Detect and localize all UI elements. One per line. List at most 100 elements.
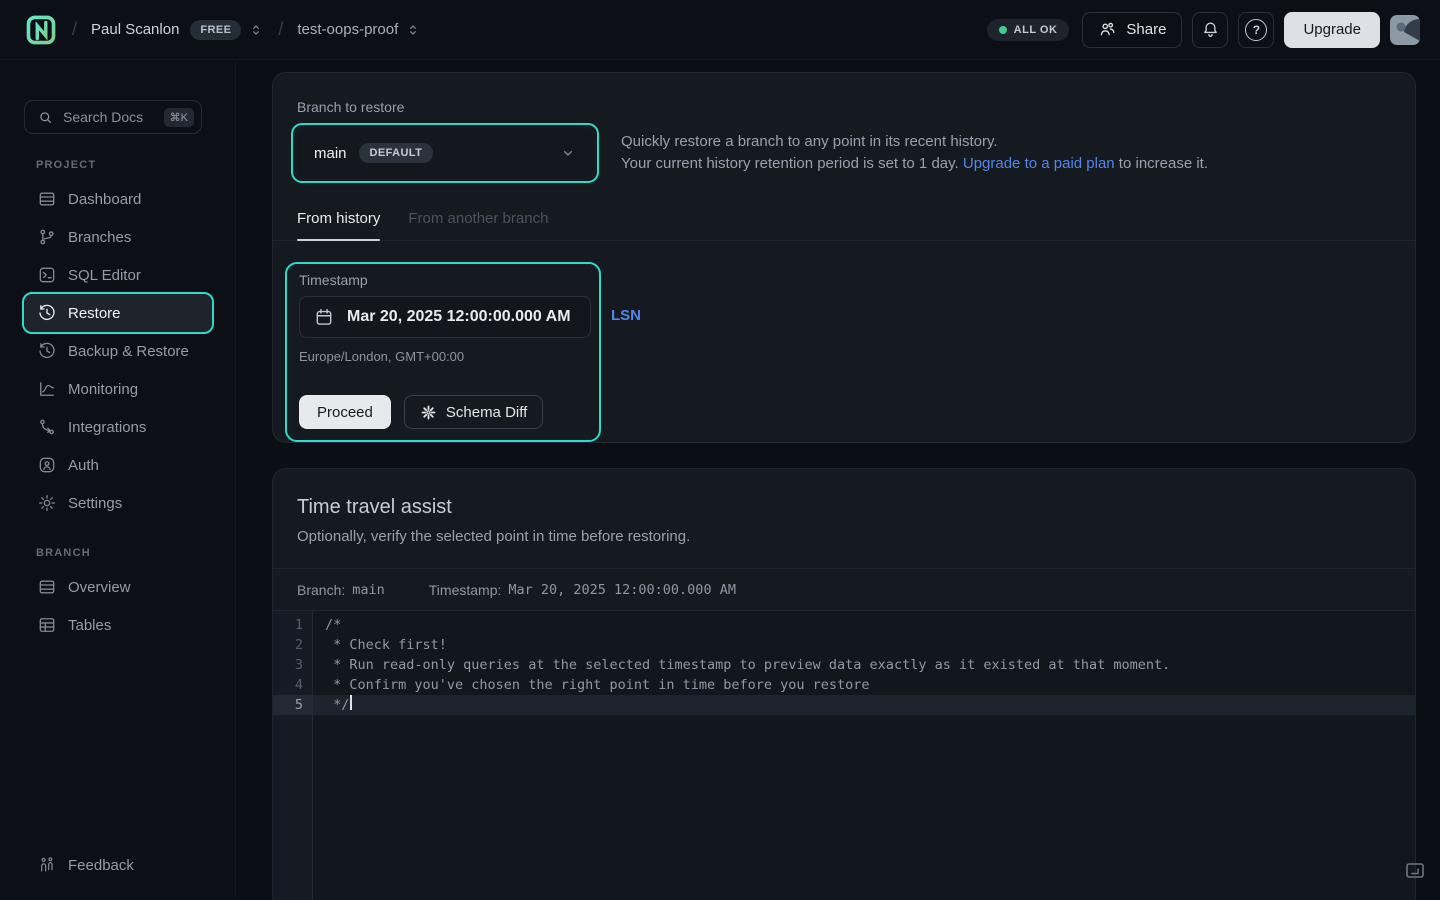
help-icon: ? bbox=[1245, 19, 1267, 41]
search-input[interactable]: Search Docs ⌘K bbox=[24, 100, 202, 134]
proceed-button[interactable]: Proceed bbox=[299, 395, 391, 429]
feedback-people-icon bbox=[37, 855, 57, 875]
time-travel-panel: Time travel assist Optionally, verify th… bbox=[272, 468, 1416, 900]
schema-diff-button-label: Schema Diff bbox=[446, 404, 527, 421]
org-selector-chevron-icon[interactable] bbox=[248, 22, 264, 38]
sidebar-item-label: Branches bbox=[68, 229, 131, 246]
chevron-down-icon bbox=[560, 145, 576, 161]
gear-icon bbox=[37, 493, 57, 513]
sidebar-section-project: PROJECT bbox=[36, 159, 235, 171]
topbar: / Paul Scanlon FREE / test-oops-proof AL… bbox=[0, 0, 1440, 60]
timestamp-label: Timestamp bbox=[299, 272, 587, 288]
upgrade-button-label: Upgrade bbox=[1303, 21, 1361, 38]
sidebar-item-feedback[interactable]: Feedback bbox=[24, 846, 212, 884]
line-number: 5 bbox=[273, 695, 313, 715]
auth-user-icon bbox=[37, 455, 57, 475]
share-users-icon bbox=[1098, 20, 1117, 39]
terminal-icon bbox=[37, 265, 57, 285]
code-line: 3 * Run read-only queries at the selecte… bbox=[273, 655, 1415, 675]
line-number: 4 bbox=[273, 675, 313, 695]
line-number: 3 bbox=[273, 655, 313, 675]
line-text: /* bbox=[313, 615, 341, 635]
sidebar-item-label: Auth bbox=[68, 457, 99, 474]
code-line-active: 5 */ bbox=[273, 695, 1415, 715]
sidebar-item-label: Integrations bbox=[68, 419, 146, 436]
upgrade-button[interactable]: Upgrade bbox=[1284, 12, 1380, 48]
sidebar-item-label: SQL Editor bbox=[68, 267, 141, 284]
search-placeholder: Search Docs bbox=[63, 109, 143, 125]
dashboard-icon bbox=[37, 189, 57, 209]
neon-logo-icon[interactable] bbox=[24, 13, 58, 47]
bell-icon bbox=[1201, 20, 1220, 39]
sidebar-item-restore[interactable]: Restore bbox=[24, 294, 212, 332]
help-button[interactable]: ? bbox=[1238, 12, 1274, 48]
code-line: 1 /* bbox=[273, 615, 1415, 635]
schema-diff-flower-icon bbox=[420, 404, 437, 421]
context-branch-value: main bbox=[352, 582, 385, 598]
project-selector-chevron-icon[interactable] bbox=[405, 22, 421, 38]
breadcrumb-separator: / bbox=[72, 19, 77, 40]
sidebar-item-integrations[interactable]: Integrations bbox=[24, 408, 212, 446]
project-name[interactable]: test-oops-proof bbox=[297, 21, 398, 38]
sidebar-item-overview[interactable]: Overview bbox=[24, 568, 212, 606]
sidebar-item-auth[interactable]: Auth bbox=[24, 446, 212, 484]
search-icon bbox=[37, 109, 54, 126]
context-branch: Branch: main bbox=[297, 582, 385, 598]
sidebar-item-backup-restore[interactable]: Backup & Restore bbox=[24, 332, 212, 370]
avatar[interactable] bbox=[1390, 15, 1420, 45]
notifications-button[interactable] bbox=[1192, 12, 1228, 48]
tab-from-history[interactable]: From history bbox=[297, 210, 380, 240]
sidebar-item-label: Tables bbox=[68, 617, 111, 634]
backup-restore-icon bbox=[37, 341, 57, 361]
time-travel-subtitle: Optionally, verify the selected point in… bbox=[297, 528, 1391, 546]
branch-select[interactable]: main DEFAULT bbox=[297, 129, 593, 177]
status-badge[interactable]: ALL OK bbox=[987, 19, 1070, 41]
line-text: * Check first! bbox=[313, 635, 447, 655]
sidebar-item-monitoring[interactable]: Monitoring bbox=[24, 370, 212, 408]
timestamp-input-value: Mar 20, 2025 12:00:00.000 AM bbox=[347, 308, 571, 326]
timezone-label: Europe/London, GMT+00:00 bbox=[299, 349, 587, 364]
restore-description: Quickly restore a branch to any point in… bbox=[621, 131, 1208, 183]
editor-lines: 1 /* 2 * Check first! 3 * Run read-only … bbox=[273, 611, 1415, 715]
share-button-label: Share bbox=[1126, 21, 1166, 38]
sql-editor[interactable]: 1 /* 2 * Check first! 3 * Run read-only … bbox=[273, 611, 1415, 900]
line-number: 2 bbox=[273, 635, 313, 655]
share-button[interactable]: Share bbox=[1082, 12, 1182, 48]
restore-panel: Branch to restore main DEFAULT Quickly r… bbox=[272, 72, 1416, 443]
sidebar-item-label: Backup & Restore bbox=[68, 343, 189, 360]
sidebar-item-settings[interactable]: Settings bbox=[24, 484, 212, 522]
code-line: 2 * Check first! bbox=[273, 635, 1415, 655]
line-number: 1 bbox=[273, 615, 313, 635]
sidebar-item-dashboard[interactable]: Dashboard bbox=[24, 180, 212, 218]
branch-to-restore-label: Branch to restore bbox=[297, 99, 1391, 115]
line-text: * Confirm you've chosen the right point … bbox=[313, 675, 870, 695]
chart-line-icon bbox=[37, 379, 57, 399]
tab-from-another-branch[interactable]: From another branch bbox=[408, 210, 548, 240]
timestamp-highlight-ring: Timestamp Mar 20, 2025 12:00:00.000 AM E… bbox=[285, 262, 601, 442]
default-branch-badge: DEFAULT bbox=[359, 143, 434, 163]
timestamp-input[interactable]: Mar 20, 2025 12:00:00.000 AM bbox=[299, 296, 591, 338]
sidebar-item-label: Settings bbox=[68, 495, 122, 512]
sidebar: Search Docs ⌘K PROJECT Dashboard Branche… bbox=[0, 60, 236, 900]
retention-text-suffix: to increase it. bbox=[1115, 155, 1208, 172]
sidebar-item-label: Monitoring bbox=[68, 381, 138, 398]
status-ok-dot-icon bbox=[999, 26, 1007, 34]
context-timestamp: Timestamp: Mar 20, 2025 12:00:00.000 AM bbox=[429, 582, 736, 598]
upgrade-plan-link[interactable]: Upgrade to a paid plan bbox=[963, 155, 1115, 172]
sidebar-item-label: Feedback bbox=[68, 857, 134, 874]
plan-badge: FREE bbox=[190, 20, 241, 40]
status-badge-label: ALL OK bbox=[1014, 24, 1058, 36]
context-timestamp-label: Timestamp: bbox=[429, 582, 502, 598]
restore-source-tabs: From history From another branch bbox=[273, 210, 1415, 241]
restore-description-line1: Quickly restore a branch to any point in… bbox=[621, 131, 1208, 153]
sidebar-item-label: Overview bbox=[68, 579, 131, 596]
branch-select-highlight-ring: main DEFAULT bbox=[291, 123, 599, 183]
expand-editor-icon[interactable] bbox=[1403, 858, 1427, 882]
lsn-link[interactable]: LSN bbox=[611, 307, 641, 324]
sidebar-item-tables[interactable]: Tables bbox=[24, 606, 212, 644]
restore-description-line2: Your current history retention period is… bbox=[621, 153, 1208, 175]
schema-diff-button[interactable]: Schema Diff bbox=[404, 395, 543, 429]
sidebar-item-branches[interactable]: Branches bbox=[24, 218, 212, 256]
org-name[interactable]: Paul Scanlon bbox=[91, 21, 179, 38]
sidebar-item-sql-editor[interactable]: SQL Editor bbox=[24, 256, 212, 294]
